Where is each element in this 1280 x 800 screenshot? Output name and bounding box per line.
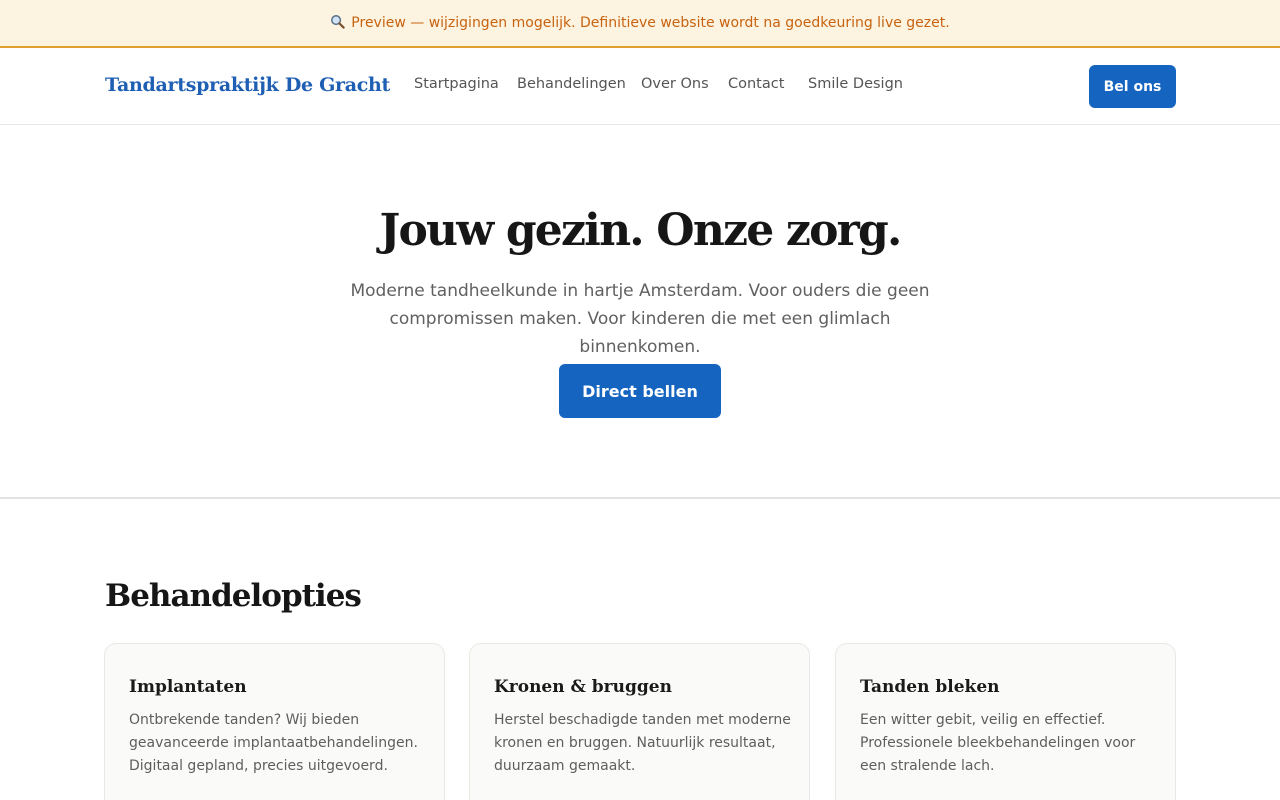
card-title: Implantaten xyxy=(129,677,247,697)
card-title: Tanden bleken xyxy=(860,677,1000,697)
nav-item-over-ons[interactable]: Over Ons xyxy=(641,76,709,92)
hero-title: Jouw gezin. Onze zorg. xyxy=(379,205,902,256)
hero-subtitle: Moderne tandheelkunde in hartje Amsterda… xyxy=(350,281,930,357)
hero-section: Jouw gezin. Onze zorg. Moderne tandheelk… xyxy=(0,125,1280,499)
card-text: Ontbrekende tanden? Wij bieden geavancee… xyxy=(129,712,418,774)
preview-banner-text: Preview — wijzigingen mogelijk. Definiti… xyxy=(351,15,950,31)
nav-item-smile-design[interactable]: Smile Design xyxy=(808,76,903,92)
nav-item-startpagina[interactable]: Startpagina xyxy=(414,76,499,92)
site-logo[interactable]: Tandartspraktijk De Gracht xyxy=(105,74,390,96)
preview-banner: Preview — wijzigingen mogelijk. Definiti… xyxy=(0,0,1280,48)
nav-item-contact[interactable]: Contact xyxy=(728,76,784,92)
card-text: Een witter gebit, veilig en effectief. P… xyxy=(860,712,1136,774)
direct-call-button[interactable]: Direct bellen xyxy=(559,364,721,418)
treatment-card-kronen-bruggen[interactable]: Kronen & bruggen Herstel beschadigde tan… xyxy=(469,643,810,800)
magnifier-icon xyxy=(330,14,346,33)
treatment-card-tanden-bleken[interactable]: Tanden bleken Een witter gebit, veilig e… xyxy=(835,643,1176,800)
call-button[interactable]: Bel ons xyxy=(1089,65,1176,108)
treatment-card-implantaten[interactable]: Implantaten Ontbrekende tanden? Wij bied… xyxy=(104,643,445,800)
site-header: Tandartspraktijk De Gracht Startpagina B… xyxy=(0,48,1280,125)
treatments-title: Behandelopties xyxy=(105,578,362,614)
card-text: Herstel beschadigde tanden met moderne k… xyxy=(494,712,791,774)
card-title: Kronen & bruggen xyxy=(494,677,672,697)
nav-item-behandelingen[interactable]: Behandelingen xyxy=(517,76,626,92)
